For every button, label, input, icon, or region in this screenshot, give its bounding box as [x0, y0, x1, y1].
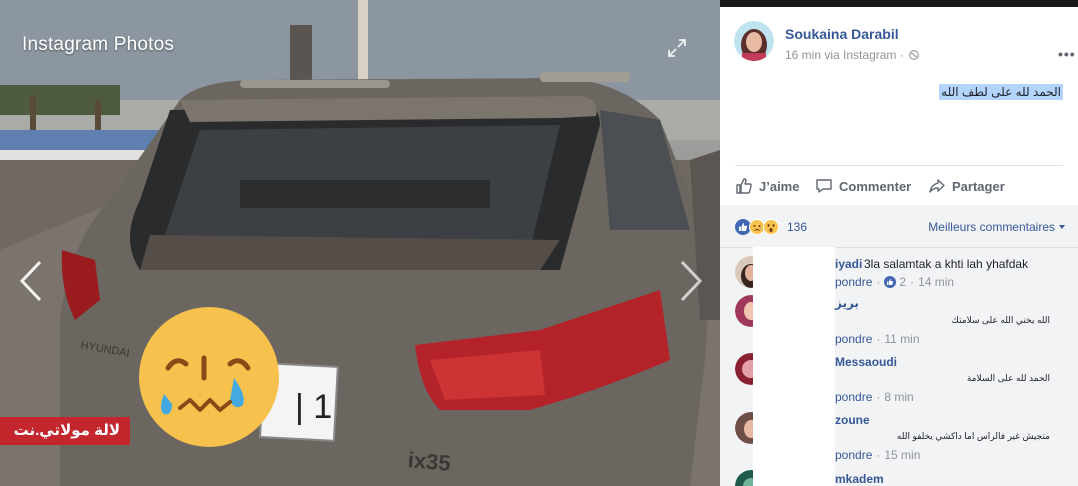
commenter-name[interactable]: بريز — [835, 296, 859, 310]
more-options-icon[interactable]: ••• — [1058, 47, 1076, 61]
comment-text: 3la salamtak a khti lah yhafdak — [864, 257, 1029, 271]
crying-face-emoji — [139, 307, 279, 447]
photo-viewer[interactable]: | 1 ix35 HYUNDAI Instagram Photos لالة م… — [0, 0, 720, 486]
post-actions: J’aime Commenter Partager — [735, 175, 1063, 201]
comment-meta: pondre · 11 min — [835, 332, 920, 346]
like-label: J’aime — [759, 178, 800, 194]
commenter-name[interactable]: Messaoudi — [835, 355, 897, 369]
comment-time[interactable]: 11 min — [884, 332, 919, 346]
author-avatar[interactable] — [734, 21, 774, 61]
screen: | 1 ix35 HYUNDAI Instagram Photos لالة م… — [0, 0, 1078, 486]
post-text: الحمد لله على لطف الله — [939, 84, 1063, 100]
comment-label: Commenter — [839, 178, 912, 194]
comment-icon — [816, 179, 832, 193]
comment-button[interactable]: Commenter — [815, 175, 911, 197]
comment-meta: pondre · 15 min — [835, 448, 921, 462]
post-panel: Soukaina Darabil 16 min via Instagram · … — [720, 7, 1078, 486]
thumbs-up-icon — [736, 178, 752, 194]
comment-meta: pondre · 2 · 14 min — [835, 275, 955, 289]
comment-meta: pondre · 8 min — [835, 390, 914, 404]
chevron-left-icon[interactable] — [16, 258, 46, 304]
reply-link[interactable]: pondre — [835, 390, 872, 404]
reply-link[interactable]: pondre — [835, 448, 872, 462]
commenter-name[interactable]: zoune — [835, 413, 870, 427]
svg-text:| 1: | 1 — [295, 388, 332, 426]
top-bar — [720, 0, 1078, 7]
photo: | 1 ix35 HYUNDAI — [0, 0, 720, 486]
globe-icon[interactable] — [909, 50, 919, 60]
comment-likes[interactable]: 2 — [884, 275, 906, 289]
reactions-count[interactable]: 136 — [787, 220, 807, 234]
overlay-block — [753, 247, 835, 486]
reply-link[interactable]: pondre — [835, 275, 872, 289]
comment-text: الحمد لله على السلامة — [966, 373, 1050, 383]
author-name[interactable]: Soukaina Darabil — [785, 26, 899, 42]
viewer-title: Instagram Photos — [22, 34, 175, 55]
reactions-row: 136 Meilleurs commentaires — [735, 219, 1065, 237]
comment-time[interactable]: 8 min — [884, 390, 913, 404]
reply-link[interactable]: pondre — [835, 332, 872, 346]
watermark-logo: لالة مولاتي.نت — [0, 417, 130, 445]
comment-text: الله يختي الله على سلامتك — [951, 315, 1050, 325]
commenter-name[interactable]: iyadi — [835, 257, 862, 271]
share-label: Partager — [952, 178, 1005, 194]
wow-reaction-icon — [763, 219, 779, 235]
reaction-icons[interactable] — [735, 219, 779, 235]
comment-time[interactable]: 14 min — [918, 275, 954, 289]
meta-separator: · — [899, 48, 904, 62]
like-reaction-icon — [884, 276, 897, 288]
share-button[interactable]: Partager — [928, 175, 1005, 197]
post-time[interactable]: 16 min — [785, 48, 821, 62]
post-header: Soukaina Darabil 16 min via Instagram · … — [734, 21, 1075, 71]
comment-time[interactable]: 15 min — [884, 448, 920, 462]
post-meta: 16 min via Instagram · — [785, 48, 919, 62]
divider — [735, 165, 1063, 166]
comment-text: متجيش غير فالراس اما داكشي يخلفو الله — [896, 431, 1050, 441]
post-via: via Instagram — [824, 48, 897, 62]
sort-comments-dropdown[interactable]: Meilleurs commentaires — [928, 220, 1065, 234]
expand-icon[interactable] — [667, 38, 687, 58]
commenter-name[interactable]: mkadem — [835, 472, 884, 486]
like-button[interactable]: J’aime — [735, 175, 799, 197]
share-icon — [929, 179, 945, 193]
chevron-right-icon[interactable] — [676, 258, 706, 304]
svg-text:ix35: ix35 — [407, 447, 452, 476]
